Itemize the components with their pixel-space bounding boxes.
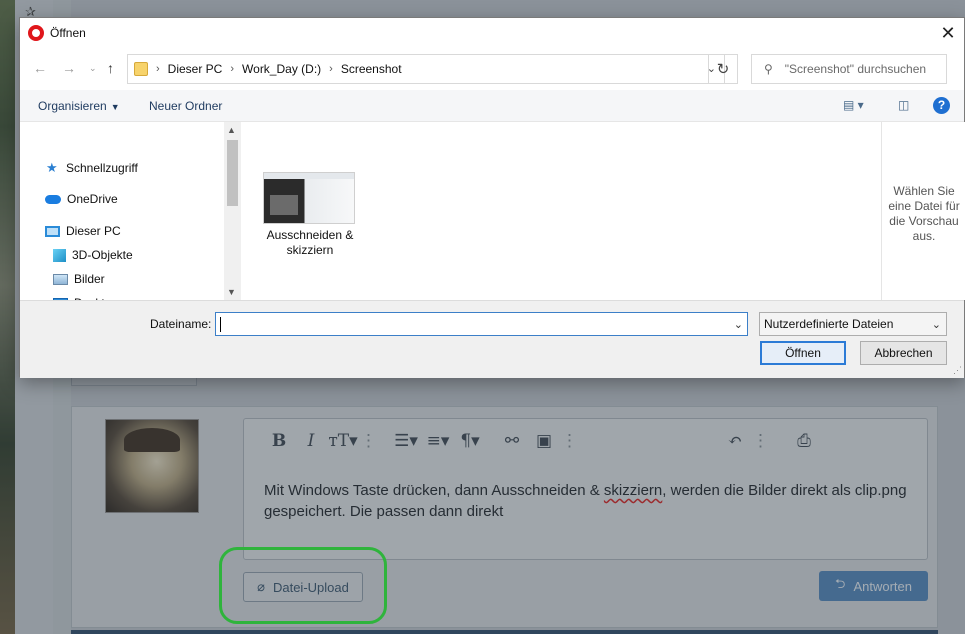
chevron-down-icon[interactable]: ⌄ [734,318,743,331]
preview-pane-icon[interactable]: ◫ [898,98,909,112]
pictures-icon [53,273,68,285]
reply-icon: ⮌ [835,576,846,591]
align-icon[interactable]: ≡▾ [423,427,453,455]
tree-label: OneDrive [67,192,118,206]
recent-dropdown-icon[interactable]: ⌄ [89,63,97,74]
file-name[interactable]: Ausschneiden & skizziern [260,228,360,258]
help-icon[interactable]: ? [933,97,950,114]
search-placeholder: "Screenshot" durchsuchen [784,62,927,76]
preview-pane: Wählen Sie eine Datei für die Vorschau a… [881,122,965,300]
breadcrumb-item[interactable]: Dieser PC [168,62,223,76]
more-icon-3[interactable]: ⋮ [752,427,769,455]
paragraph-icon[interactable]: ¶▾ [455,427,485,455]
tree-item-3d-objects[interactable]: 3D-Objekte [53,248,133,262]
chevron-right-icon: › [230,63,235,75]
search-input[interactable]: ⚲ "Screenshot" durchsuchen [751,54,947,84]
cancel-button[interactable]: Abbrechen [860,341,947,365]
image-icon[interactable]: ▣ [529,427,559,455]
chevron-right-icon: › [156,63,160,75]
filetype-select[interactable]: Nutzerdefinierte Dateien ⌄ [759,312,947,336]
command-bar: Organisieren ▼ Neuer Ordner ▤ ▾ ◫ ? [20,90,964,122]
text-cursor [220,317,221,332]
editor-content[interactable]: Mit Windows Taste drücken, dann Ausschne… [264,480,914,522]
breadcrumb-item[interactable]: Screenshot [341,62,402,76]
highlight-annotation [219,547,387,624]
chevron-right-icon: › [329,63,333,75]
filename-label: Dateiname: [150,317,212,331]
tree-item-quick-access[interactable]: ★ Schnellzugriff [46,160,138,176]
desktop-wallpaper [0,0,15,634]
cloud-icon [45,194,61,204]
preview-icon[interactable]: ⎙ [789,427,819,455]
tree-item-pictures[interactable]: Bilder [53,272,105,286]
up-icon[interactable]: ↑ [107,60,114,76]
open-file-dialog: Öffnen ✕ ← → ⌄ ↑ › Dieser PC › Work_Day … [19,17,965,378]
filetype-value: Nutzerdefinierte Dateien [764,317,894,331]
list-icon[interactable]: ☰▾ [391,427,421,455]
editor-toolbar: B I тT▾ ⋮ ☰▾ ≡▾ ¶▾ ⚯ ▣ ⋮ ↶ ⋮ ⎙ [244,419,927,463]
tree-item-this-pc[interactable]: Dieser PC [45,224,121,238]
more-icon-2[interactable]: ⋮ [561,427,578,455]
file-list: Ausschneiden & skizziern [242,122,882,300]
breadcrumb-item[interactable]: Work_Day (D:) [242,62,321,76]
tree-label: Dieser PC [66,224,121,238]
close-button[interactable]: ✕ [934,22,962,44]
caret-down-icon: ▼ [110,102,120,112]
dialog-titlebar: Öffnen ✕ [20,18,964,48]
tree-item-onedrive[interactable]: OneDrive [45,192,118,206]
tree-label: Schnellzugriff [66,161,138,175]
navigation-tree: ★ Schnellzugriff OneDrive Dieser PC 3D-Ob… [20,122,242,310]
undo-icon[interactable]: ↶ [720,427,750,455]
opera-logo-icon [28,25,44,41]
text-size-icon[interactable]: тT▾ [328,427,358,455]
filename-input[interactable]: ⌄ [215,312,748,336]
cube-icon [53,248,66,262]
resize-grip-icon[interactable]: ⋰ [953,365,962,376]
italic-icon[interactable]: I [296,427,326,455]
search-icon: ⚲ [764,62,773,76]
tree-label: Bilder [74,272,105,286]
tree-scrollbar[interactable]: ▲ ▼ [224,122,241,300]
editor-text-part: Mit Windows Taste drücken, dann Ausschne… [264,482,604,499]
reply-label: Antworten [853,578,912,594]
forward-icon[interactable]: → [62,60,76,76]
scroll-up-icon[interactable]: ▲ [227,125,236,135]
tree-label: 3D-Objekte [72,248,133,262]
chevron-down-icon[interactable]: ⌄ [932,318,941,331]
view-mode-icon[interactable]: ▤ ▾ [843,98,864,112]
link-icon[interactable]: ⚯ [497,427,527,455]
dialog-footer: Dateiname: ⌄ Nutzerdefinierte Dateien ⌄ … [20,300,964,378]
address-bar[interactable]: › Dieser PC › Work_Day (D:) › Screenshot… [127,54,725,84]
scrollbar-thumb[interactable] [227,140,238,206]
computer-icon [45,225,60,237]
preview-hint: Wählen Sie eine Datei für die Vorschau a… [888,184,960,243]
open-button[interactable]: Öffnen [760,341,846,365]
file-thumbnail[interactable] [263,172,355,224]
avatar [105,419,199,513]
refresh-button[interactable]: ↻ [708,54,738,84]
scroll-down-icon[interactable]: ▼ [227,287,236,297]
navigation-row: ← → ⌄ ↑ › Dieser PC › Work_Day (D:) › Sc… [20,52,964,84]
reply-block: B I тT▾ ⋮ ☰▾ ≡▾ ¶▾ ⚯ ▣ ⋮ ↶ ⋮ ⎙ Mit Windo… [71,406,938,628]
reply-button[interactable]: ⮌ Antworten [819,571,928,601]
new-folder-button[interactable]: Neuer Ordner [149,99,222,113]
misspelled-word: skizziern [603,482,663,499]
folder-icon [134,62,148,76]
back-icon[interactable]: ← [33,60,47,76]
star-icon: ★ [46,160,58,175]
dialog-title: Öffnen [50,26,86,40]
bold-icon[interactable]: B [264,427,294,455]
more-icon[interactable]: ⋮ [360,427,377,455]
page-footer-bar [71,630,938,634]
organize-label: Organisieren [38,99,107,113]
rich-text-editor[interactable]: B I тT▾ ⋮ ☰▾ ≡▾ ¶▾ ⚯ ▣ ⋮ ↶ ⋮ ⎙ Mit Windo… [243,418,928,560]
organize-menu[interactable]: Organisieren ▼ [38,99,120,113]
